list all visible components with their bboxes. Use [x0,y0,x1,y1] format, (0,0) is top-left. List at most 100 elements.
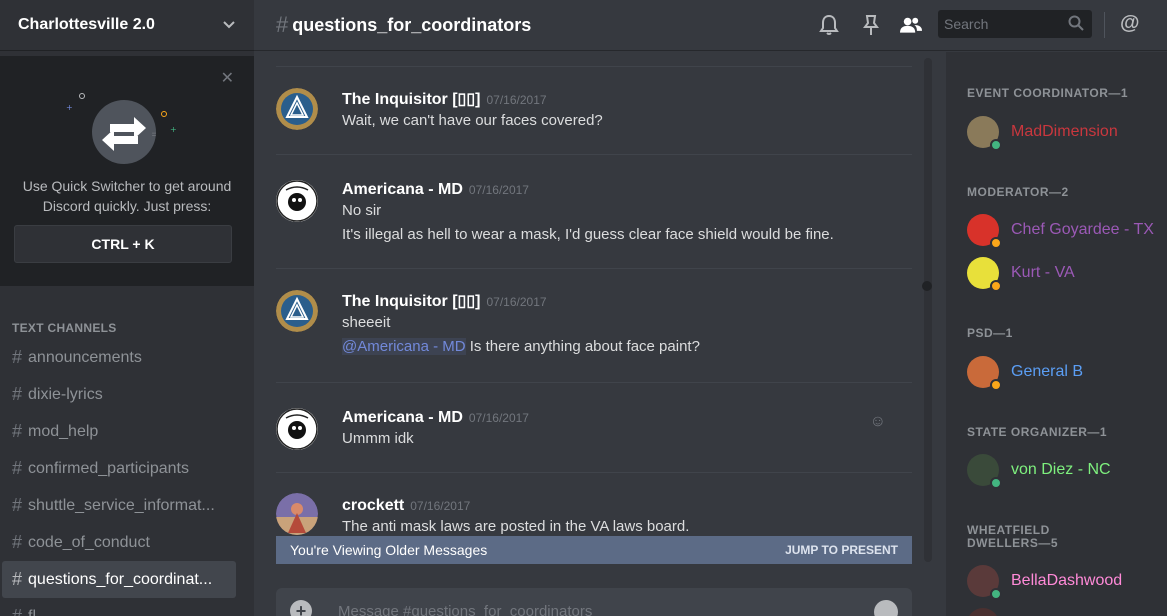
search-input[interactable]: Search [938,10,1092,38]
hash-icon: # [12,347,23,367]
channel-confirmed-participants[interactable]: # confirmed_participants [2,450,236,487]
avatar[interactable] [276,493,318,535]
message-timestamp: 07/16/2017 [468,411,529,425]
avatar[interactable] [276,88,318,130]
message-group: Americana - MD 07/16/2017 No sir It's ill… [276,154,912,268]
member-name: BellaDashwood [1011,572,1123,589]
channel-header: # questions_for_coordinators Search @ [254,0,1167,51]
svg-text:::: :: [152,131,156,138]
message-group: crockett 07/16/2017 The anti mask laws ar… [276,472,912,536]
category-label[interactable]: TEXT CHANNELS [12,321,117,335]
message-timestamp: 07/16/2017 [468,183,529,197]
hash-icon: # [12,569,23,589]
hash-icon: # [276,12,289,37]
avatar [967,608,999,616]
idle-status-icon [990,379,1002,391]
chevron-down-icon[interactable] [222,17,236,33]
idle-status-icon [990,280,1002,292]
pin-icon[interactable] [860,14,882,36]
upload-plus-icon[interactable]: + [290,600,312,616]
message-composer[interactable]: + Message #questions_for_coordinators [276,588,912,616]
channel-announcements[interactable]: # announcements [2,339,236,376]
channel-partial[interactable]: # fl... [2,598,236,616]
channel-name: shuttle_service_informat... [28,496,215,514]
hash-icon: # [12,384,23,404]
hash-icon: # [12,606,23,616]
avatar [967,257,1002,292]
online-status-icon [990,477,1002,489]
hash-icon: # [12,421,23,441]
member-list: EVENT COORDINATOR—1 MadDimension MODERAT… [946,52,1167,616]
channel-title: questions_for_coordinators [292,14,532,35]
svg-text:+: + [170,125,177,134]
message-timestamp: 07/16/2017 [410,499,471,513]
mentions-icon[interactable]: @ [1120,12,1140,35]
message-text: The anti mask laws are posted in the VA … [342,518,690,535]
avatar[interactable] [276,408,318,450]
message-list: The Inquisitor [▯▯] 07/16/2017 Wait, we c… [254,52,924,536]
member-item[interactable]: Chef Goyardee - TX [967,214,1167,249]
role-header: EVENT COORDINATOR—1 [967,86,1129,100]
message-group: The Inquisitor [▯▯] 07/16/2017 sheeeit @A… [276,268,912,382]
user-mention[interactable]: @Americana - MD [342,338,466,355]
search-icon [1068,15,1084,34]
role-header: STATE ORGANIZER—1 [967,425,1108,439]
channel-mod-help[interactable]: # mod_help [2,413,236,450]
quick-switcher-illustration: + + :: [66,93,177,164]
member-item[interactable]: Kurt - VA [967,257,1167,292]
bell-icon[interactable] [818,14,840,36]
scrollbar-thumb[interactable] [922,281,932,291]
jump-to-present-button[interactable]: JUMP TO PRESENT [785,543,898,557]
message-author[interactable]: crockett [342,497,404,515]
channel-list: # announcements # dixie-lyrics # mod_help #… [0,339,254,616]
hash-icon: # [12,532,23,552]
message-text: Wait, we can't have our faces covered? [342,112,603,129]
channel-shuttle-service[interactable]: # shuttle_service_informat... [2,487,236,524]
message-author[interactable]: The Inquisitor [▯▯] [342,291,480,311]
role-header: MODERATOR—2 [967,185,1069,199]
guild-name: Charlottesville 2.0 [18,16,155,33]
message-text: It's illegal as hell to wear a mask, I'd… [342,226,834,243]
member-item[interactable]: von Diez - NC [967,454,1167,489]
member-item[interactable]: MadDimension [967,116,1167,151]
channel-name: announcements [28,348,142,366]
message-text: Ummm idk [342,430,414,447]
idle-status-icon [990,237,1002,249]
message-content: crockett 07/16/2017 The anti mask laws ar… [342,497,689,536]
members-icon[interactable] [900,14,922,36]
channel-sidebar: Charlottesville 2.0 ✕ + + :: Use Quick S… [0,0,254,616]
message-text: No sir [342,202,382,219]
avatar[interactable] [276,290,318,332]
role-header: PSD—1 [967,326,1013,340]
message-author[interactable]: Americana - MD [342,181,463,199]
avatar [967,214,1002,249]
member-item[interactable]: BellaDashwood [967,565,1167,600]
member-name: Chef Goyardee - TX [1011,221,1154,238]
member-item[interactable]: General B [967,356,1167,391]
emoji-icon[interactable] [874,600,898,616]
message-content: The Inquisitor [▯▯] 07/16/2017 sheeeit @A… [342,291,700,359]
older-messages-text: You're Viewing Older Messages [290,542,488,558]
channel-code-of-conduct[interactable]: # code_of_conduct [2,524,236,561]
quick-switcher-text: Use Quick Switcher to get around Discord… [22,178,232,214]
message-author[interactable]: The Inquisitor [▯▯] [342,89,480,109]
scrollbar-track[interactable] [924,58,932,562]
guild-header[interactable]: Charlottesville 2.0 [0,0,254,51]
message-input[interactable]: Message #questions_for_coordinators [338,603,592,616]
member-name: MadDimension [1011,123,1118,140]
member-item[interactable] [967,608,1167,616]
channel-questions-for-coordinators[interactable]: # questions_for_coordinat... [2,561,236,598]
hash-icon: # [12,495,23,515]
hash-icon: # [12,458,23,478]
message-author[interactable]: Americana - MD [342,409,463,427]
message-content: The Inquisitor [▯▯] 07/16/2017 Wait, we c… [342,89,603,133]
add-reaction-icon[interactable]: ☺ [870,413,886,431]
member-name: von Diez - NC [1011,461,1111,478]
channel-dixie-lyrics[interactable]: # dixie-lyrics [2,376,236,413]
channel-name: fl... [28,607,50,616]
message-group: The Inquisitor [▯▯] 07/16/2017 Wait, we c… [276,66,912,156]
message-text-part: Is there anything about face paint? [465,338,700,355]
avatar[interactable] [276,180,318,222]
message-content: Americana - MD 07/16/2017 Ummm idk [342,409,529,451]
close-icon[interactable]: ✕ [221,68,234,88]
